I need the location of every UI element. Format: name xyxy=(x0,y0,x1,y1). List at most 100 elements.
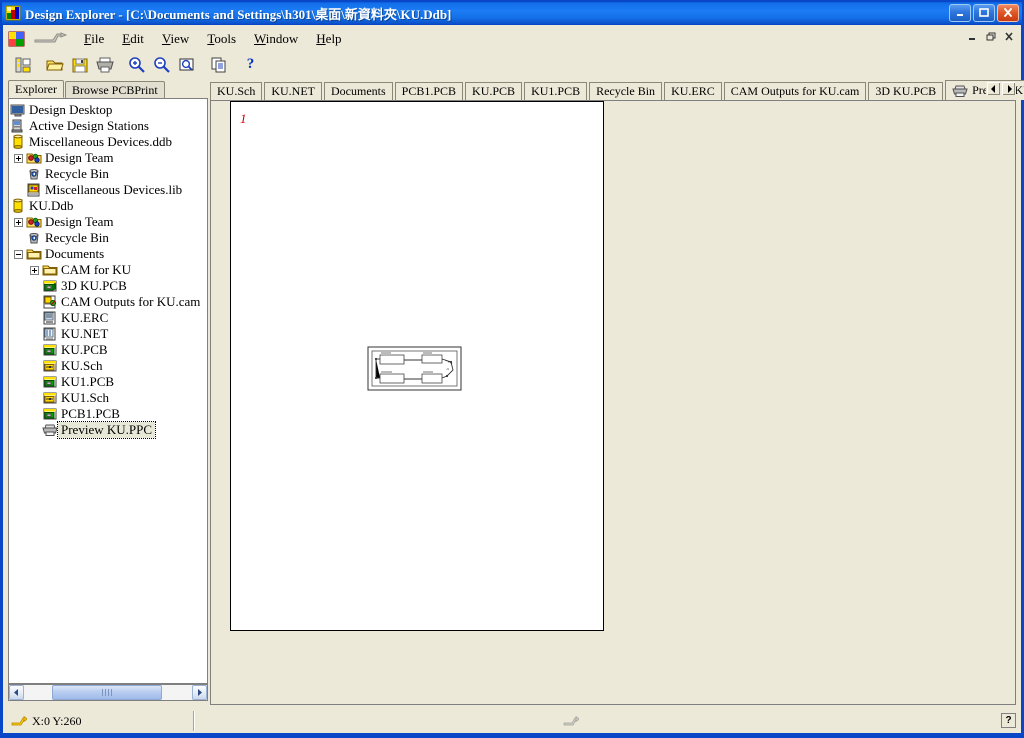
tree-item[interactable]: KU.NET xyxy=(8,326,207,342)
open-folder-icon[interactable] xyxy=(43,54,66,76)
expand-plus-icon[interactable] xyxy=(30,266,39,275)
tree-item[interactable]: KU1.Sch xyxy=(8,390,207,406)
tree-item[interactable]: KU.Ddb xyxy=(8,198,207,214)
tree-item[interactable]: Recycle Bin xyxy=(8,230,207,246)
document-tab-label: KU1.PCB xyxy=(531,84,580,99)
tree-item[interactable]: Recycle Bin xyxy=(8,166,207,182)
tree-item-label: Preview KU.PPC xyxy=(58,422,155,438)
scroll-track[interactable] xyxy=(24,685,192,700)
mdi-restore-button[interactable] xyxy=(983,29,999,44)
menu-item-window[interactable]: Window xyxy=(245,29,307,49)
mdi-app-icon[interactable] xyxy=(7,29,27,49)
design-team-icon xyxy=(26,214,42,230)
status-separator-1 xyxy=(193,711,195,731)
tree-item[interactable]: 3D KU.PCB xyxy=(8,278,207,294)
library-icon xyxy=(26,182,42,198)
menu-item-edit[interactable]: Edit xyxy=(113,29,153,49)
document-tab[interactable]: KU.Sch xyxy=(210,82,262,100)
collapse-minus-icon[interactable] xyxy=(14,250,23,259)
document-tab[interactable]: Recycle Bin xyxy=(589,82,662,100)
tab-scroll-next-button[interactable] xyxy=(1001,81,1016,96)
document-tab[interactable]: PCB1.PCB xyxy=(395,82,463,100)
document-tab[interactable]: 3D KU.PCB xyxy=(868,82,943,100)
printer-preview-icon xyxy=(952,83,968,99)
tree-item[interactable]: KU1.PCB xyxy=(8,374,207,390)
tab-scroll-buttons xyxy=(986,81,1016,96)
mdi-close-button[interactable] xyxy=(1001,29,1017,44)
tree-item[interactable]: Documents xyxy=(8,246,207,262)
minimize-button[interactable] xyxy=(949,4,971,22)
mdi-minimize-button[interactable] xyxy=(965,29,981,44)
preview-page[interactable]: 1 xyxy=(230,101,604,631)
tree-item[interactable]: Design Team xyxy=(8,150,207,166)
document-tab[interactable]: KU.PCB xyxy=(465,82,522,100)
maximize-button[interactable] xyxy=(973,4,995,22)
tree-item[interactable]: KU.Sch xyxy=(8,358,207,374)
design-station-icon xyxy=(10,118,26,134)
print-preview-canvas[interactable]: 1 xyxy=(210,100,1016,705)
application-window: Design Explorer - [C:\Documents and Sett… xyxy=(0,0,1024,738)
tree-item[interactable]: KU.PCB xyxy=(8,342,207,358)
tree-item[interactable]: Design Team xyxy=(8,214,207,230)
tab-scroll-prev-button[interactable] xyxy=(986,81,1001,96)
question-mark-icon[interactable]: ? xyxy=(239,54,262,76)
tab-browse-pcbprint[interactable]: Browse PCBPrint xyxy=(65,81,165,98)
zoom-out-icon[interactable] xyxy=(150,54,173,76)
printer-preview-icon xyxy=(42,422,58,438)
tree-item[interactable]: Preview KU.PPC xyxy=(8,422,207,438)
document-tab-label: CAM Outputs for KU.cam xyxy=(731,84,860,99)
tree-item[interactable]: Miscellaneous Devices.ddb xyxy=(8,134,207,150)
menu-item-help[interactable]: Help xyxy=(307,29,350,49)
tree-item[interactable]: Miscellaneous Devices.lib xyxy=(8,182,207,198)
tree-item-label: Recycle Bin xyxy=(42,166,109,182)
tree-item[interactable]: CAM for KU xyxy=(8,262,207,278)
zoom-in-icon[interactable] xyxy=(125,54,148,76)
scroll-left-button[interactable] xyxy=(9,685,24,700)
tab-explorer-label: Explorer xyxy=(15,82,57,97)
new-panel-icon[interactable] xyxy=(11,54,34,76)
menu-item-file[interactable]: FFileile xyxy=(75,29,113,49)
scroll-thumb[interactable] xyxy=(52,685,162,700)
floppy-disk-icon[interactable] xyxy=(68,54,91,76)
tree-item[interactable]: PCB1.PCB xyxy=(8,406,207,422)
net-icon xyxy=(42,326,58,342)
design-tree[interactable]: Design DesktopActive Design StationsMisc… xyxy=(8,98,208,684)
copy-icon[interactable] xyxy=(207,54,230,76)
tree-item[interactable]: Design Desktop xyxy=(8,102,207,118)
document-tab[interactable]: KU.NET xyxy=(264,82,322,100)
expand-plus-icon[interactable] xyxy=(14,218,23,227)
document-tab[interactable]: CAM Outputs for KU.cam xyxy=(724,82,867,100)
tree-item[interactable]: KU.ERC xyxy=(8,310,207,326)
tree-item-label: KU.NET xyxy=(58,326,108,342)
scroll-right-button[interactable] xyxy=(192,685,207,700)
menu-item-view[interactable]: View xyxy=(153,29,198,49)
design-team-icon xyxy=(26,150,42,166)
pcb3d-icon xyxy=(42,278,58,294)
tree-item[interactable]: Active Design Stations xyxy=(8,118,207,134)
tree-item-label: KU1.PCB xyxy=(58,374,114,390)
tab-explorer[interactable]: Explorer xyxy=(8,80,64,98)
document-tab[interactable]: Documents xyxy=(324,82,393,100)
menu-item-tools[interactable]: Tools xyxy=(198,29,245,49)
erc-icon xyxy=(42,310,58,326)
printer-icon[interactable] xyxy=(93,54,116,76)
recycle-bin-icon xyxy=(26,230,42,246)
document-tab[interactable]: KU.ERC xyxy=(664,82,722,100)
document-tab-label: KU.Sch xyxy=(217,84,255,99)
status-help-icon[interactable]: ? xyxy=(1001,713,1016,728)
tree-item[interactable]: CAM Outputs for KU.cam xyxy=(8,294,207,310)
document-tab-label: Recycle Bin xyxy=(596,84,655,99)
menu-drag-handle-icon[interactable] xyxy=(33,30,67,48)
zoom-area-icon[interactable] xyxy=(175,54,198,76)
pcb-icon xyxy=(42,342,58,358)
tree-item-label: KU.Sch xyxy=(58,358,103,374)
yellow-arrow-icon xyxy=(11,715,27,727)
tree-item-label: Design Team xyxy=(42,214,114,230)
tree-item-label: 3D KU.PCB xyxy=(58,278,127,294)
document-tab[interactable]: KU1.PCB xyxy=(524,82,587,100)
desktop-icon xyxy=(10,102,26,118)
tree-horizontal-scrollbar[interactable] xyxy=(8,684,208,701)
tree-item-label: KU.Ddb xyxy=(26,198,73,214)
close-button[interactable] xyxy=(997,4,1019,22)
expand-plus-icon[interactable] xyxy=(14,154,23,163)
